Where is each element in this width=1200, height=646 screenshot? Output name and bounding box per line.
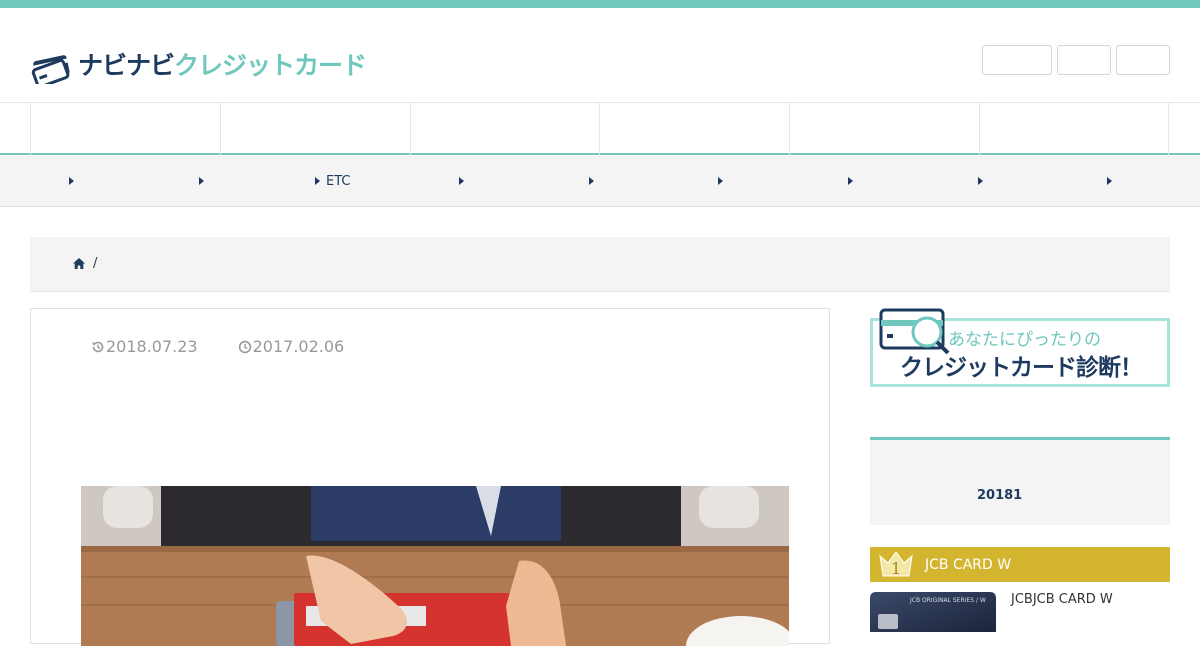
caret-right-icon xyxy=(589,177,594,185)
published-date-text: 2017.02.06 xyxy=(252,337,345,356)
header-button-3[interactable] xyxy=(1116,45,1170,75)
article-eyecatch-image xyxy=(81,486,789,646)
caret-right-icon xyxy=(978,177,983,185)
home-icon[interactable] xyxy=(73,258,85,269)
subnav-item-etc[interactable]: ETC xyxy=(315,173,350,189)
subnav-item-8[interactable] xyxy=(978,173,989,189)
clock-icon xyxy=(238,340,251,353)
subnav-item-1[interactable] xyxy=(69,173,80,189)
updated-date-text: 2018.07.23 xyxy=(106,337,198,356)
published-date: 2017.02.06 xyxy=(238,337,345,356)
logo-text-part1: ナビナビ xyxy=(78,51,175,80)
caret-right-icon xyxy=(199,177,204,185)
breadcrumb: / xyxy=(30,237,1170,292)
subnav-item-2[interactable] xyxy=(199,173,210,189)
caret-right-icon xyxy=(315,177,320,185)
site-logo[interactable]: ナビナビクレジットカード xyxy=(30,44,367,84)
global-nav-item-4[interactable] xyxy=(599,103,789,155)
rank-number: 1 xyxy=(891,559,902,578)
widget-text[interactable]: 20181 xyxy=(977,488,1022,503)
subnav-item-7[interactable] xyxy=(848,173,859,189)
subnav-item-5[interactable] xyxy=(589,173,600,189)
card-print: JCB ORIGINAL SERIES / W xyxy=(910,597,986,604)
banner-line2: クレジットカード診断！ xyxy=(900,355,1143,381)
global-nav-item-3[interactable] xyxy=(410,103,600,155)
banner-line1: あなたにぴったりの xyxy=(948,330,1101,350)
card-magnifier-icon xyxy=(879,308,950,355)
credit-card-diagnosis-banner[interactable]: あなたにぴったりの クレジットカード診断！ xyxy=(870,308,1170,388)
caret-right-icon xyxy=(459,177,464,185)
header-button-2[interactable] xyxy=(1057,45,1111,75)
logo-text-part2: クレジットカード xyxy=(174,51,367,80)
subnav-item-label: ETC xyxy=(326,173,351,189)
caret-right-icon xyxy=(1107,177,1112,185)
global-nav-item-5[interactable] xyxy=(789,103,979,155)
article-header: 2018.07.23 2017.02.06 xyxy=(30,308,830,445)
card-name[interactable]: JCBJCB CARD W xyxy=(1011,592,1113,607)
global-nav xyxy=(0,103,1200,155)
subnav-item-9[interactable] xyxy=(1107,173,1118,189)
sidebar-widget: 20181 xyxy=(870,437,1170,525)
global-nav-item-2[interactable] xyxy=(220,103,410,155)
credit-card-logo-icon xyxy=(31,55,70,84)
top-accent-bar xyxy=(0,0,1200,8)
ranking-header: 1 JCB CARD W xyxy=(870,547,1170,582)
update-icon xyxy=(92,341,104,352)
global-nav-item-1[interactable] xyxy=(30,103,220,155)
header-button-1[interactable] xyxy=(982,45,1052,75)
site-header: ナビナビクレジットカード xyxy=(0,8,1200,103)
caret-right-icon xyxy=(848,177,853,185)
jcb-card-image[interactable]: JCB ORIGINAL SERIES / W xyxy=(870,592,996,632)
subnav-item-4[interactable] xyxy=(459,173,470,189)
subnav-item-6[interactable] xyxy=(718,173,729,189)
global-nav-item-6[interactable] xyxy=(979,103,1169,155)
updated-date: 2018.07.23 xyxy=(91,337,198,356)
article-body xyxy=(30,444,830,646)
article-dates: 2018.07.23 2017.02.06 xyxy=(91,337,384,356)
ranking-title[interactable]: JCB CARD W xyxy=(925,557,1011,573)
breadcrumb-separator: / xyxy=(93,256,98,271)
sub-nav: ETC xyxy=(0,156,1200,207)
caret-right-icon xyxy=(718,177,723,185)
caret-right-icon xyxy=(69,177,74,185)
logo-text: ナビナビクレジットカード xyxy=(78,46,367,82)
